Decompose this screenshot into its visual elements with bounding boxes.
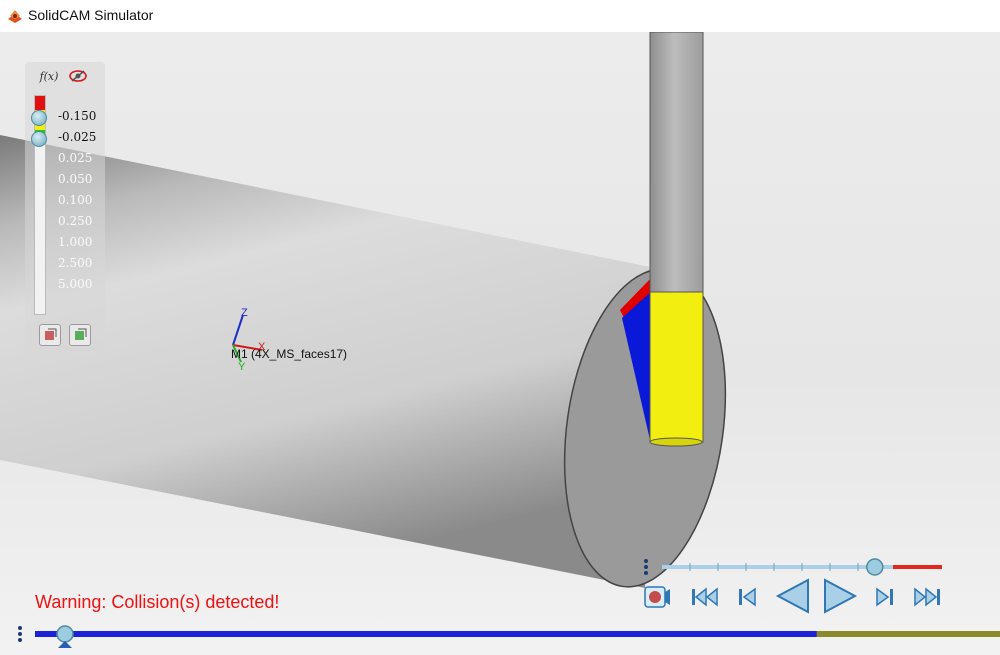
axis-y-label: Y: [238, 361, 246, 373]
palette-tick-label: -0.150: [58, 109, 97, 123]
window-title: SolidCAM Simulator: [28, 7, 154, 23]
step-back-icon[interactable]: [737, 584, 759, 610]
palette-tick-label: 0.025: [58, 151, 93, 165]
axis-z-label: Z: [241, 307, 248, 319]
palette-red-segment: [35, 96, 45, 110]
palette-tick-label: 1.000: [58, 235, 93, 249]
tool-shank: [649, 32, 704, 293]
speed-slider[interactable]: [662, 558, 942, 576]
tool-tip: [649, 437, 703, 447]
progress-bar[interactable]: [35, 625, 1000, 648]
fx-button[interactable]: f(x): [38, 66, 60, 86]
machine-label: M1 (4X_MS_faces17): [231, 347, 348, 361]
palette-color-bar: [34, 95, 46, 315]
play-forward-icon[interactable]: [822, 578, 858, 614]
tool-cutter: [649, 291, 704, 443]
speed-menu-handle[interactable]: [644, 559, 648, 577]
step-forward-icon[interactable]: [873, 584, 895, 610]
fast-forward-to-end-icon[interactable]: [912, 584, 942, 610]
palette-tick-label: 2.500: [58, 256, 93, 270]
palette-tick-label: 0.250: [58, 214, 93, 228]
play-reverse-icon[interactable]: [775, 578, 811, 614]
progress-knob[interactable]: [56, 625, 74, 643]
apply-green-icon[interactable]: [69, 324, 91, 346]
progress-menu-handle[interactable]: [18, 626, 22, 644]
title-bar: SolidCAM Simulator: [0, 0, 1000, 32]
rewind-to-start-icon[interactable]: [690, 584, 720, 610]
solidcam-app-icon: [8, 10, 22, 23]
palette-upper-knob[interactable]: [31, 110, 47, 126]
palette-tick-label: 0.100: [58, 193, 93, 207]
3d-scene[interactable]: Z X Y: [0, 32, 1000, 655]
simulation-viewport[interactable]: Z X Y f(x) -0.150 -0.025 0.025 0.050 0.1…: [0, 32, 1000, 655]
palette-lower-knob[interactable]: [31, 131, 47, 147]
palette-tick-label: 5.000: [58, 277, 93, 291]
deviation-color-palette: f(x) -0.150 -0.025 0.025 0.050 0.100 0.2…: [25, 62, 105, 352]
record-icon[interactable]: [643, 584, 671, 610]
speed-slider-knob[interactable]: [866, 558, 884, 576]
apply-red-icon[interactable]: [39, 324, 61, 346]
eye-hidden-icon[interactable]: [67, 66, 89, 86]
palette-tick-label: 0.050: [58, 172, 93, 186]
collision-warning: Warning: Collision(s) detected!: [35, 592, 280, 612]
palette-tick-label: -0.025: [58, 130, 97, 144]
